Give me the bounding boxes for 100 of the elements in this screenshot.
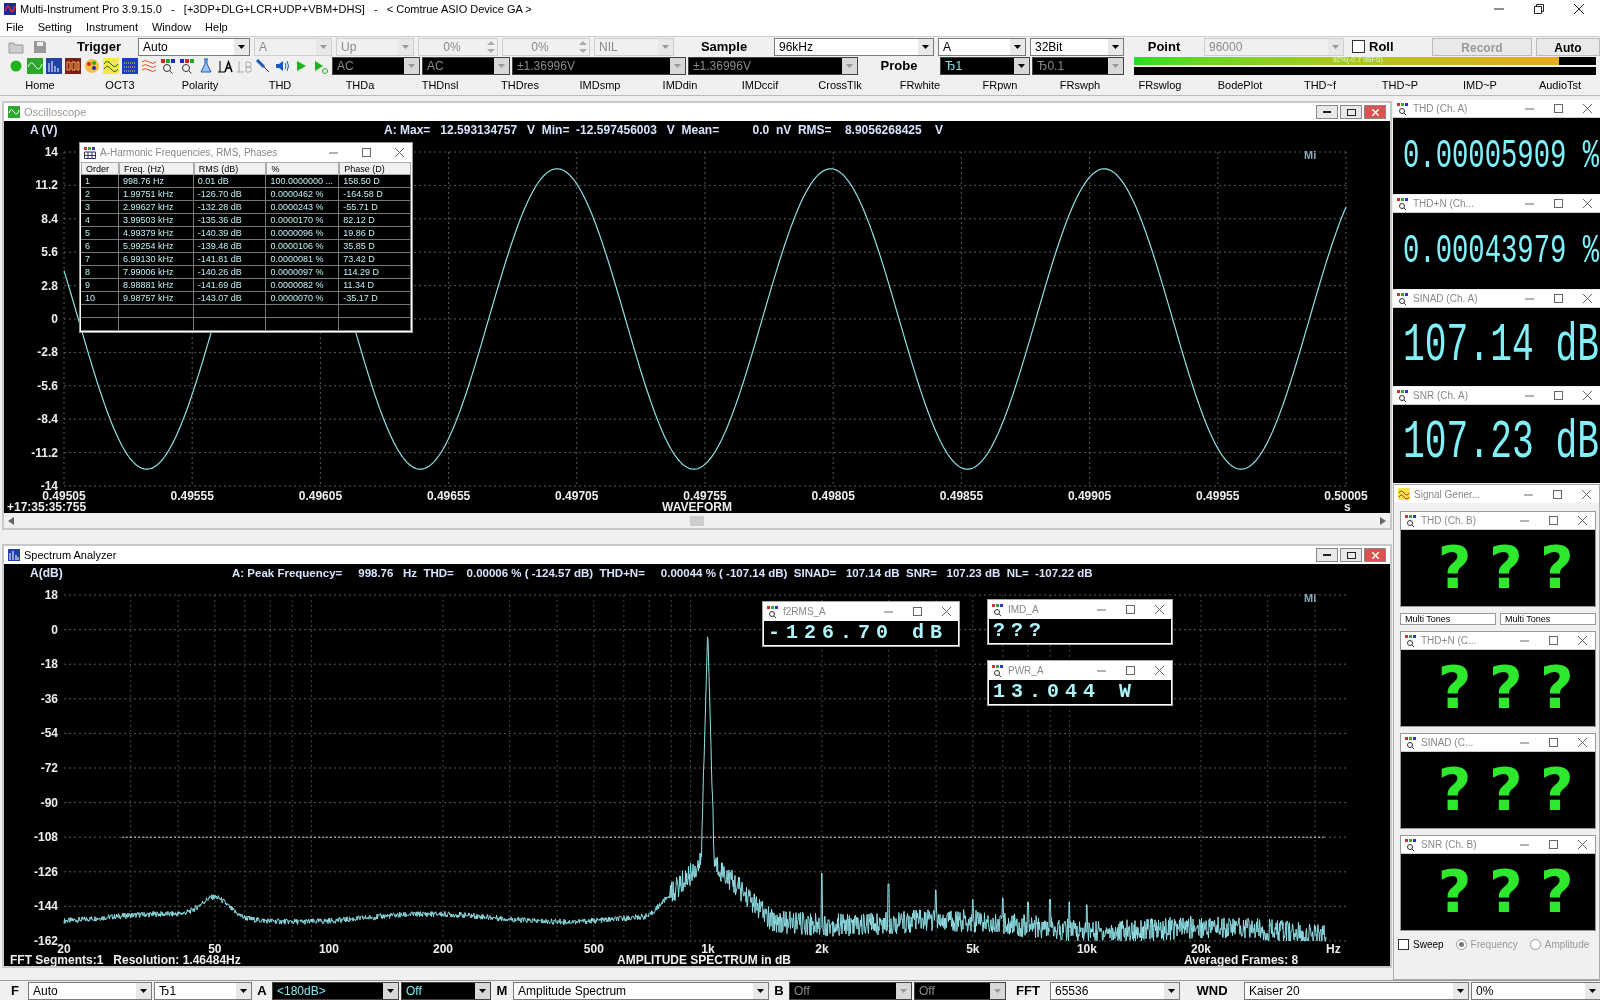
tab[interactable]: THDnsl [400,76,480,95]
dropdown[interactable]: Off [401,981,491,1000]
dropdown[interactable]: Multi Tones [1500,613,1596,625]
column-header[interactable]: Freq. (Hz) [118,162,194,175]
tab[interactable]: IMD~P [1440,76,1520,95]
dropdown[interactable]: 96kHz [774,37,934,56]
tab[interactable]: FRpwn [960,76,1040,95]
maximize-icon[interactable] [913,607,922,616]
readout-value: 13.044 W [993,682,1137,702]
menu-item[interactable]: Instrument [86,18,138,36]
maximize-icon[interactable] [1126,605,1135,614]
checkbox[interactable] [1352,40,1365,53]
close-button[interactable] [1364,548,1386,562]
dropdown[interactable]: <180dB> [272,981,399,1000]
column-header[interactable]: % [266,162,340,175]
toolbar-button[interactable]: Auto [1536,37,1600,56]
magnifier-icon[interactable] [179,58,195,74]
caret-icon [1168,988,1175,993]
maximize-icon[interactable] [362,148,371,157]
axis-tick-label: -54 [40,726,58,741]
tab[interactable]: AudioTst [1520,76,1600,95]
table-cell: 2 [81,188,119,201]
table-cell: 0.0000106 % [266,240,340,253]
maximize-icon[interactable] [1549,636,1558,645]
dropdown[interactable]: Amplitude Spectrum [513,981,769,1000]
dropdown[interactable]: 32Bit [1030,37,1124,56]
menu-item[interactable]: Window [151,18,192,36]
left-arrow-icon[interactable] [8,516,14,525]
dropdown[interactable]: Auto [28,981,152,1000]
column-header[interactable]: Phase (D) [339,162,411,175]
tab[interactable]: THD~f [1280,76,1360,95]
toolbar-label: B [773,981,785,1000]
dropdown[interactable]: Ђ1 [940,57,1030,75]
magnifier-icon [767,605,779,618]
tab[interactable]: Polarity [160,76,240,95]
tab[interactable]: FRswlog [1120,76,1200,95]
dropdown[interactable]: 0% [1471,981,1600,1000]
column-header[interactable]: RMS (dB) [193,162,267,175]
tab[interactable]: THD [240,76,320,95]
column-header[interactable]: Order [81,162,119,175]
maximize-icon[interactable] [1126,666,1135,675]
tab[interactable]: IMDdin [640,76,720,95]
sine-waves-icon[interactable] [103,58,119,74]
scroll-thumb[interactable] [690,515,704,526]
menu-item[interactable]: File [6,18,24,36]
dot-matrix-icon[interactable] [122,58,138,74]
dropdown[interactable]: A [938,37,1026,56]
tab[interactable]: FRwhite [880,76,960,95]
dropdown[interactable]: Multi Tones [1400,613,1496,625]
toolbar-label: A [256,981,268,1000]
maximize-icon[interactable] [1554,294,1563,303]
checkbox[interactable] [1398,939,1409,950]
record-dot-icon[interactable] [8,58,24,74]
maximize-button[interactable] [1340,548,1362,562]
table-cell: -140.26 dB [193,266,267,279]
speaker-icon[interactable] [274,58,290,74]
menu-item[interactable]: Help [205,18,228,36]
tab[interactable]: THD~P [1360,76,1440,95]
letter-a-icon[interactable] [217,58,233,74]
tab[interactable]: CrossTlk [800,76,880,95]
toolbar-label: WND [1195,981,1229,1000]
maximize-icon[interactable] [1549,516,1558,525]
maximize-icon[interactable] [1553,489,1562,499]
maximize-icon[interactable] [1554,391,1563,400]
caret-icon [140,988,147,993]
maximize-icon[interactable] [1554,104,1563,113]
tab[interactable]: FRswph [1040,76,1120,95]
table-cell [339,318,411,331]
tab[interactable]: BodePlot [1200,76,1280,95]
minimize-button[interactable] [1316,548,1338,562]
magnifier-icon[interactable] [160,58,176,74]
table-cell: 0.0000070 % [266,292,340,305]
tab[interactable]: OCT3 [80,76,160,95]
tab[interactable]: THDa [320,76,400,95]
maximize-icon[interactable] [1554,199,1563,208]
digital-display-icon[interactable] [65,58,81,74]
dropdown[interactable]: Auto [138,37,250,56]
right-arrow-icon[interactable] [1380,516,1386,525]
maximize-button[interactable] [1340,105,1362,119]
tab[interactable]: THDres [480,76,560,95]
dropdown[interactable]: 65536 [1050,981,1180,1000]
restore-icon[interactable] [1534,4,1544,14]
axis-tick-label: 11.2 [35,178,58,193]
minimize-button[interactable] [1316,105,1338,119]
probe-icon[interactable] [255,58,271,74]
maximize-icon[interactable] [1549,840,1558,849]
caret-icon [408,64,415,68]
close-icon[interactable] [1574,4,1584,14]
menu-item[interactable]: Setting [37,18,72,36]
color-palette-icon[interactable] [84,58,100,74]
dropdown[interactable]: Ђ1 [154,981,252,1000]
dropdown[interactable]: Kaiser 20 [1244,981,1469,1000]
tab[interactable]: IMDccif [720,76,800,95]
bar-chart-icon[interactable] [46,58,62,74]
tab[interactable]: Home [0,76,80,95]
tab[interactable]: IMDsmp [560,76,640,95]
axis-tick-label: 0.49605 [298,489,343,503]
maximize-icon[interactable] [1549,738,1558,747]
close-button[interactable] [1364,105,1386,119]
flask-icon[interactable] [198,58,214,74]
